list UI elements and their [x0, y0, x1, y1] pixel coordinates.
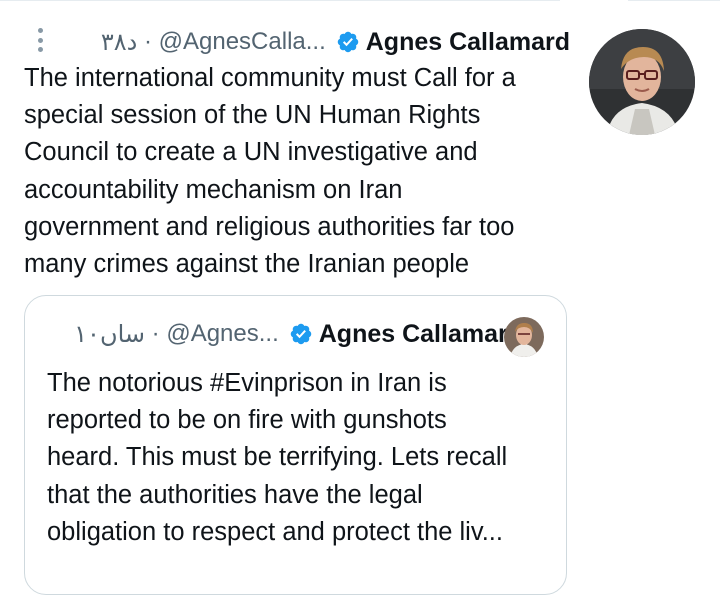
quoted-text-line: that the authorities have the legal	[47, 480, 423, 509]
tweet-text-line: Council to create a UN investigative and	[24, 138, 478, 167]
divider-top-left	[0, 0, 560, 1]
quoted-tweet-time: ۱۰ساں	[74, 320, 145, 348]
quoted-tweet-text: The notorious #Evinprison in Iran is rep…	[47, 365, 557, 551]
tweet-text-line: The international community must Call fo…	[24, 64, 516, 92]
tweet-header: ۳۸د · @AgnesCalla... Agnes Callamard	[58, 24, 570, 60]
quoted-text-line: reported to be on fire with gunshots	[47, 406, 447, 435]
tweet-text-line: accountability mechanism on Iran	[24, 175, 403, 204]
separator-dot: ·	[143, 28, 152, 55]
quoted-text-line: heard. This must be terrifying. Lets rec…	[47, 443, 508, 472]
verified-badge-icon	[337, 31, 358, 53]
quoted-tweet-card[interactable]: ۱۰ساں · @Agnes... Agnes Callamard The no…	[24, 295, 567, 595]
quoted-tweet-handle: @Agnes...	[166, 320, 279, 347]
tweet-text-line: special session of the UN Human Rights	[24, 101, 481, 130]
author-avatar[interactable]	[589, 29, 695, 135]
more-vertical-icon[interactable]	[36, 28, 44, 52]
author-name[interactable]: Agnes Callamard	[366, 28, 570, 57]
tweet-handle[interactable]: @AgnesCalla...	[159, 28, 326, 56]
tweet-text-line: many crimes against the Iranian people	[24, 250, 470, 279]
separator-dot: ·	[151, 320, 160, 347]
quoted-author-name: Agnes Callamard	[318, 319, 523, 348]
tweet-time[interactable]: ۳۸د	[101, 28, 137, 57]
tweet-text: The international community must Call fo…	[24, 60, 584, 283]
quoted-author-avatar	[504, 317, 544, 357]
tweet-text-line: government and religious authorities far…	[24, 212, 515, 241]
quoted-text-line: obligation to respect and protect the li…	[47, 517, 503, 546]
quoted-text-line: The notorious #Evinprison in Iran is	[47, 369, 447, 397]
verified-badge-icon	[290, 323, 311, 345]
quoted-tweet-header: ۱۰ساں · @Agnes... Agnes Callamard	[25, 316, 523, 352]
divider-top-right	[628, 0, 720, 1]
